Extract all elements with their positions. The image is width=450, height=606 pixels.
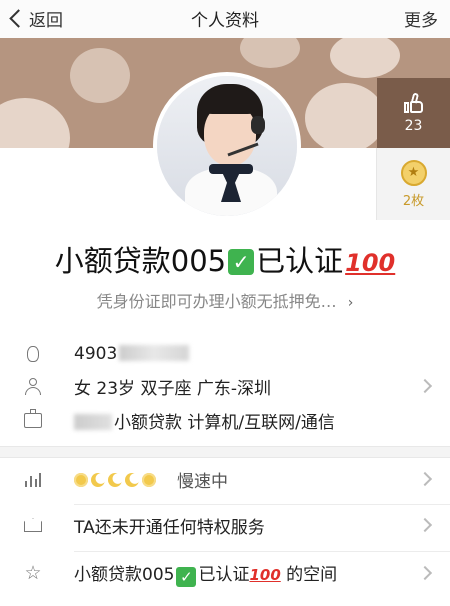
basic-info-text: 女 23岁 双子座 广东-深圳 bbox=[74, 378, 271, 399]
space-suffix: 的空间 bbox=[286, 564, 338, 585]
level-row[interactable]: 慢速中 bbox=[0, 464, 450, 494]
nav-bar: 返回 个人资料 更多 bbox=[0, 0, 450, 39]
medal-icon: ★ bbox=[400, 159, 427, 186]
like-button[interactable]: 23 bbox=[377, 78, 450, 148]
name-suffix: 已认证 bbox=[256, 244, 344, 278]
divider bbox=[74, 551, 450, 552]
more-button[interactable]: 更多 bbox=[404, 6, 438, 31]
space-row[interactable]: ☆ 小额贷款005 ✓ 已认证100 的空间 bbox=[0, 558, 450, 588]
signature-row[interactable]: 凭身份证即可办理小额无抵押免… › bbox=[0, 288, 450, 312]
cover-pattern bbox=[70, 48, 130, 103]
briefcase-icon bbox=[24, 408, 42, 429]
blurred-digits bbox=[119, 345, 190, 361]
signature-text: 凭身份证即可办理小额无抵押免… bbox=[96, 292, 337, 311]
user-icon bbox=[24, 377, 42, 395]
signature-more-icon: › bbox=[347, 295, 354, 311]
space-mid: 已认证 bbox=[198, 564, 250, 585]
thumbs-up-icon bbox=[403, 92, 425, 114]
section-divider bbox=[0, 446, 450, 458]
chevron-right-icon bbox=[417, 378, 433, 394]
company-text: 小额贷款 计算机/互联网/通信 bbox=[114, 412, 335, 433]
blurred-company bbox=[74, 413, 112, 430]
bar-chart-icon bbox=[24, 470, 42, 488]
hundred-emoji-icon: 100 bbox=[345, 249, 396, 277]
divider bbox=[74, 504, 450, 505]
like-count: 23 bbox=[404, 118, 423, 134]
badge-count: 2枚 bbox=[402, 193, 425, 209]
page-title: 个人资料 bbox=[191, 11, 259, 31]
chevron-right-icon bbox=[417, 565, 433, 581]
basic-info-row[interactable]: 女 23岁 双子座 广东-深圳 bbox=[0, 372, 450, 400]
name-prefix: 小额贷款005 bbox=[54, 244, 227, 278]
star-icon: ☆ bbox=[24, 562, 42, 584]
qq-number-row: 4903 bbox=[0, 340, 450, 368]
cover-pattern bbox=[330, 38, 400, 78]
level-moons bbox=[74, 472, 159, 492]
hundred-emoji-icon: 100 bbox=[249, 565, 281, 584]
level-status: 慢速中 bbox=[177, 471, 228, 492]
space-prefix: 小额贷款005 bbox=[74, 564, 175, 585]
qq-penguin-icon bbox=[24, 345, 42, 363]
qq-number: 4903 bbox=[74, 344, 118, 364]
chevron-right-icon bbox=[417, 517, 433, 533]
privilege-row[interactable]: TA还未开通任何特权服务 bbox=[0, 510, 450, 540]
cover-pattern bbox=[0, 98, 70, 148]
check-emoji-icon: ✓ bbox=[228, 249, 255, 275]
cover-pattern bbox=[240, 38, 300, 68]
cover-pattern bbox=[305, 83, 385, 148]
privilege-text: TA还未开通任何特权服务 bbox=[74, 517, 265, 538]
chevron-right-icon bbox=[417, 471, 433, 487]
crown-icon bbox=[24, 516, 42, 534]
company-row: 小额贷款 计算机/互联网/通信 bbox=[0, 406, 450, 434]
check-emoji-icon: ✓ bbox=[176, 566, 197, 587]
badge-button[interactable]: ★ 2枚 bbox=[376, 148, 450, 220]
profile-name: 小额贷款005 ✓ 已认证100 bbox=[0, 238, 450, 280]
avatar[interactable] bbox=[153, 72, 301, 220]
